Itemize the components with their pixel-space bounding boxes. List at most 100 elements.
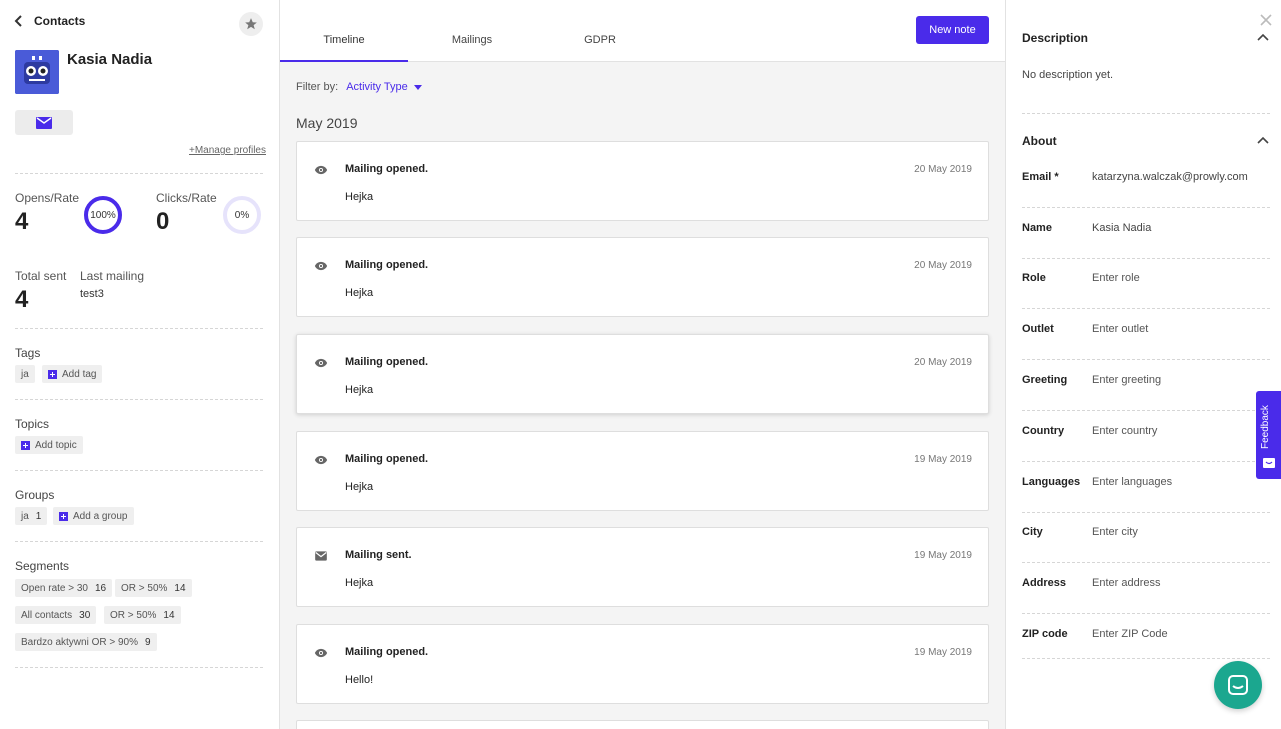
- segment-name: OR > 50%: [121, 582, 168, 594]
- back-to-contacts-link[interactable]: Contacts: [14, 14, 85, 28]
- segment-chip[interactable]: All contacts 30: [15, 606, 97, 624]
- segment-chip[interactable]: Open rate > 30 16: [15, 579, 113, 597]
- field-label: Languages: [1022, 476, 1081, 488]
- divider: [15, 470, 263, 471]
- tab-gdpr[interactable]: GDPR: [536, 34, 664, 46]
- field-value[interactable]: Enter greeting: [1092, 374, 1161, 386]
- segment-name: Bardzo aktywni OR > 90%: [21, 636, 138, 648]
- eye-icon: [314, 165, 328, 175]
- chat-bubble-icon: [1263, 458, 1275, 468]
- field-country[interactable]: Country Enter country: [1022, 411, 1270, 462]
- tab-bar: Timeline Mailings GDPR New note: [280, 0, 1005, 62]
- segment-count: 14: [163, 609, 175, 621]
- event-date: 20 May 2019: [914, 260, 972, 271]
- contact-sidebar: Contacts Kasia Nadia +Manage profiles Op…: [0, 0, 280, 729]
- field-label: Email *: [1022, 171, 1059, 183]
- tab-mailings[interactable]: Mailings: [408, 34, 536, 46]
- new-note-button[interactable]: New note: [916, 16, 989, 44]
- favorite-star-button[interactable]: [239, 12, 263, 36]
- close-icon[interactable]: [1259, 13, 1273, 27]
- field-outlet[interactable]: Outlet Enter outlet: [1022, 309, 1270, 360]
- activity-type-dropdown[interactable]: Activity Type: [346, 81, 422, 93]
- segment-chip[interactable]: OR > 50% 14: [104, 606, 181, 624]
- tags-title: Tags: [15, 346, 41, 360]
- field-value[interactable]: Enter role: [1092, 272, 1140, 284]
- topics-title: Topics: [15, 417, 50, 431]
- field-greeting[interactable]: Greeting Enter greeting: [1022, 360, 1270, 411]
- field-value[interactable]: katarzyna.walczak@prowly.com: [1092, 171, 1248, 183]
- chevron-left-icon: [14, 15, 22, 27]
- chat-icon: [1228, 675, 1248, 695]
- event-date: 20 May 2019: [914, 357, 972, 368]
- event-title: Mailing opened.: [345, 356, 429, 368]
- caret-down-icon: [413, 84, 422, 90]
- field-languages[interactable]: Languages Enter languages: [1022, 462, 1270, 513]
- send-email-button[interactable]: [15, 110, 73, 135]
- field-zip-code[interactable]: ZIP code Enter ZIP Code: [1022, 614, 1270, 659]
- tag-chip[interactable]: ja: [15, 365, 35, 383]
- field-label: Greeting: [1022, 374, 1068, 386]
- event-title: Mailing sent.: [345, 549, 412, 561]
- segment-chip[interactable]: OR > 50% 14: [115, 579, 192, 597]
- description-title[interactable]: Description: [1022, 31, 1088, 45]
- event-title: Mailing opened.: [345, 453, 429, 465]
- group-count: 1: [35, 510, 42, 522]
- event-body: Hejka: [345, 577, 374, 589]
- add-tag-button[interactable]: Add tag: [42, 365, 103, 383]
- add-group-button[interactable]: Add a group: [53, 507, 134, 525]
- field-address[interactable]: Address Enter address: [1022, 563, 1270, 614]
- timeline-event-card[interactable]: Mailing opened. 20 May 2019 Hejka: [296, 334, 989, 414]
- field-label: Name: [1022, 222, 1052, 234]
- filter-bar: Filter by: Activity Type: [296, 81, 422, 93]
- field-value[interactable]: Kasia Nadia: [1092, 222, 1151, 234]
- field-role[interactable]: Role Enter role: [1022, 258, 1270, 309]
- chevron-up-icon[interactable]: [1257, 33, 1269, 41]
- field-label: Role: [1022, 272, 1046, 284]
- field-label: Country: [1022, 425, 1065, 437]
- field-label: Outlet: [1022, 323, 1054, 335]
- event-body: Hello!: [345, 674, 374, 686]
- last-mailing-value[interactable]: test3: [80, 288, 104, 300]
- field-value[interactable]: Enter country: [1092, 425, 1157, 437]
- clicks-label: Clicks/Rate: [156, 191, 217, 205]
- field-label: Address: [1022, 577, 1067, 589]
- envelope-icon: [36, 116, 52, 129]
- segment-chip[interactable]: Bardzo aktywni OR > 90% 9: [15, 633, 157, 651]
- segment-count: 16: [95, 582, 107, 594]
- event-body: Hejka: [345, 191, 374, 203]
- divider: [15, 399, 263, 400]
- timeline-event-card[interactable]: Mailing opened. 19 May 2019 Hello!: [296, 624, 989, 704]
- field-value[interactable]: Enter languages: [1092, 476, 1172, 488]
- field-value[interactable]: Enter city: [1092, 526, 1138, 538]
- field-value[interactable]: Enter ZIP Code: [1092, 628, 1168, 640]
- chevron-up-icon[interactable]: [1257, 136, 1269, 144]
- tab-timeline[interactable]: Timeline: [280, 34, 408, 46]
- timeline-event-card[interactable]: Mailing opened. 19 May 2019 Hejka: [296, 431, 989, 511]
- add-topic-button[interactable]: Add topic: [15, 436, 83, 454]
- group-chip[interactable]: ja 1: [15, 507, 48, 525]
- divider: [15, 328, 263, 329]
- feedback-label: Feedback: [1260, 405, 1271, 449]
- field-value[interactable]: Enter address: [1092, 577, 1160, 589]
- timeline-event-card[interactable]: Mailing opened. 20 May 2019 Hejka: [296, 141, 989, 221]
- manage-profiles-link[interactable]: +Manage profiles: [189, 145, 266, 156]
- feedback-tab[interactable]: Feedback: [1256, 391, 1281, 479]
- field-city[interactable]: City Enter city: [1022, 512, 1270, 563]
- timeline-event-card[interactable]: Mailing sent. 19 May 2019 Hejka: [296, 527, 989, 607]
- timeline-event-card[interactable]: Mailing opened. 20 May 2019 Hejka: [296, 237, 989, 317]
- description-text[interactable]: No description yet.: [1022, 69, 1113, 81]
- chat-launcher-button[interactable]: [1214, 661, 1262, 709]
- timeline-event-card[interactable]: [296, 720, 989, 729]
- groups-title: Groups: [15, 488, 55, 502]
- event-date: 19 May 2019: [914, 647, 972, 658]
- avatar: [15, 50, 59, 94]
- field-name[interactable]: Name Kasia Nadia: [1022, 208, 1270, 259]
- field-email[interactable]: Email * katarzyna.walczak@prowly.com: [1022, 157, 1270, 208]
- clicks-value: 0: [156, 208, 170, 235]
- event-title: Mailing opened.: [345, 646, 429, 658]
- group-name: ja: [21, 510, 29, 522]
- field-value[interactable]: Enter outlet: [1092, 323, 1148, 335]
- segment-name: OR > 50%: [110, 609, 157, 621]
- divider: [15, 541, 263, 542]
- about-title[interactable]: About: [1022, 134, 1057, 148]
